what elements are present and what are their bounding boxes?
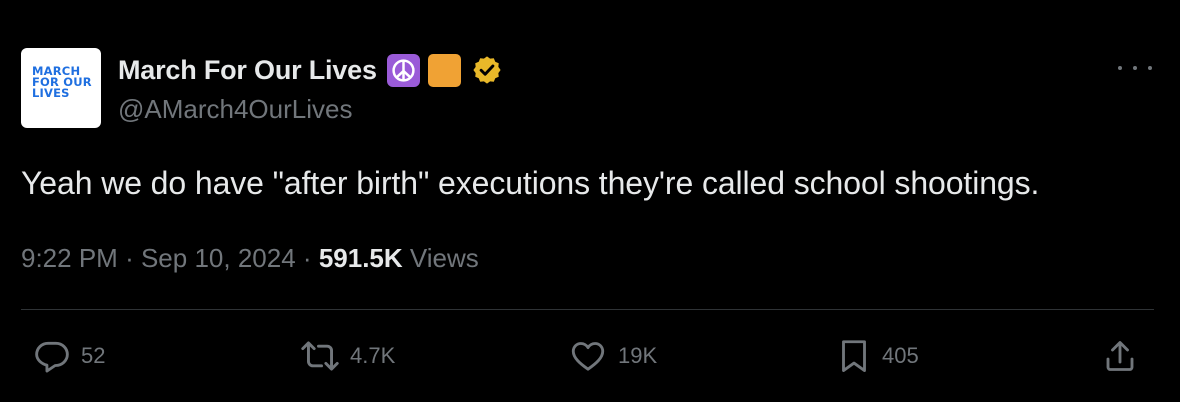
reply-icon [35,341,69,373]
avatar[interactable]: MARCH FOR OUR LIVES [21,48,101,128]
views-label: Views [409,243,479,273]
tweet-date[interactable]: Sep 10, 2024 [141,243,296,273]
avatar-logo-line: LIVES [32,86,70,100]
bookmark-button[interactable]: 405 [836,338,919,374]
heart-icon [571,342,605,371]
repost-count: 4.7K [350,343,396,368]
dot [1118,66,1122,70]
repost-button[interactable]: 4.7K [300,338,395,374]
meta-separator: · [302,243,312,273]
views-count[interactable]: 591.5K [319,243,403,273]
reply-button[interactable]: 52 [33,338,105,374]
peace-symbol-icon [386,53,420,87]
repost-icon [301,341,339,371]
author-handle[interactable]: @AMarch4OurLives [118,94,352,125]
dot [1148,66,1152,70]
reply-count: 52 [81,343,106,368]
orange-square-icon [427,53,461,87]
avatar-logo: MARCH FOR OUR LIVES [32,65,92,100]
display-name[interactable]: March For Our Lives [118,55,377,86]
tweet-text: Yeah we do have "after birth" executions… [21,165,1040,201]
dot [1133,66,1137,70]
like-button[interactable]: 19K [568,338,657,374]
bookmark-count: 405 [882,343,919,368]
divider [21,309,1154,310]
author-name-row: March For Our Lives [118,52,503,88]
share-button[interactable] [1102,338,1138,374]
share-icon [1106,341,1134,371]
gold-verified-badge-icon[interactable] [471,54,503,86]
more-options-icon[interactable] [1118,58,1152,78]
meta-separator: · [125,243,134,273]
bookmark-icon [842,340,866,372]
like-count: 19K [618,343,658,368]
tweet-meta: 9:22 PM · Sep 10, 2024 · 591.5K Views [21,238,479,278]
tweet-time[interactable]: 9:22 PM [21,243,118,273]
